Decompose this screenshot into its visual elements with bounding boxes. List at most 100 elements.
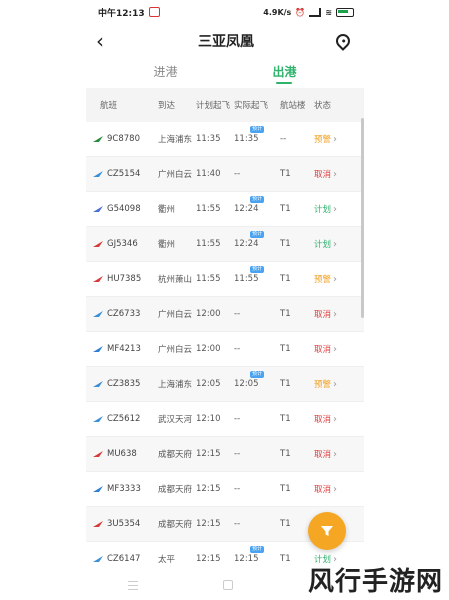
flight-number: CZ6733 xyxy=(107,309,141,319)
table-row[interactable]: CZ5154 广州白云 11:40 -- T1 取消 › xyxy=(86,157,364,192)
actual-time: -- xyxy=(234,344,241,354)
airline-logo-icon xyxy=(93,451,103,457)
airline-logo-icon xyxy=(93,521,103,527)
flight-number-cell: CZ5154 xyxy=(86,169,158,179)
status-badge: 取消 xyxy=(314,170,332,180)
table-row[interactable]: HU7385 杭州萧山 11:55 预计 11:55 T1 预警 › xyxy=(86,262,364,297)
estimate-tag: 预计 xyxy=(250,266,265,273)
table-row[interactable]: CZ5612 武汉天河 12:10 -- T1 取消 › xyxy=(86,402,364,437)
status-badge: 预警 xyxy=(314,275,332,285)
destination-cell: 上海浦东 xyxy=(158,135,193,145)
chevron-right-icon: › xyxy=(333,483,338,495)
flight-number: CZ6147 xyxy=(107,554,141,564)
planned-time-cell: 12:15 xyxy=(196,449,221,459)
status-badge: 预警 xyxy=(314,135,332,145)
planned-time-cell: 12:00 xyxy=(196,309,221,319)
flight-number: CZ3835 xyxy=(107,379,141,389)
planned-time-cell: 11:40 xyxy=(196,169,221,179)
header-actual: 实际起飞 xyxy=(234,101,269,111)
header-destination: 到达 xyxy=(158,101,176,111)
wifi-icon: ≋ xyxy=(325,7,332,17)
home-icon[interactable] xyxy=(222,580,233,590)
table-row[interactable]: 9C8780 上海浦东 11:35 预计 11:35 -- 预警 › xyxy=(86,122,364,157)
destination-cell: 杭州萧山 xyxy=(158,275,193,285)
status-cell: 取消› xyxy=(314,168,350,181)
status-bar: 中午12:13 4.9K/s ⏰ ≋ xyxy=(86,0,364,24)
flight-number-cell: MF3333 xyxy=(86,484,158,494)
table-row[interactable]: MU638 成都天府 12:15 -- T1 取消 › xyxy=(86,437,364,472)
estimate-tag: 预计 xyxy=(250,546,265,553)
destination-cell: 成都天府 xyxy=(158,485,193,495)
table-row[interactable]: MF3333 成都天府 12:15 -- T1 取消 › xyxy=(86,472,364,507)
actual-time: 12:24 xyxy=(234,239,259,249)
estimate-tag: 预计 xyxy=(250,371,265,378)
status-time: 中午12:13 xyxy=(98,8,145,19)
status-badge: 计划 xyxy=(314,240,332,250)
status-cell: 取消› xyxy=(314,448,350,461)
table-row[interactable]: MF4213 广州白云 12:00 -- T1 取消 › xyxy=(86,332,364,367)
status-badge: 预警 xyxy=(314,380,332,390)
planned-time-cell: 12:10 xyxy=(196,414,221,424)
actual-time: 12:24 xyxy=(234,204,259,214)
flight-number-cell: GJ5346 xyxy=(86,239,158,249)
app-header: ‹ 三亚凤凰 xyxy=(86,24,364,58)
flight-number: MU638 xyxy=(107,449,137,459)
table-row[interactable]: G54098 衢州 11:55 预计 12:24 T1 计划 › xyxy=(86,192,364,227)
terminal-cell: T1 xyxy=(280,169,291,179)
estimate-tag: 预计 xyxy=(250,196,265,203)
table-row[interactable]: GJ5346 衢州 11:55 预计 12:24 T1 计划 › xyxy=(86,227,364,262)
location-pin-icon[interactable] xyxy=(333,31,353,51)
actual-time-cell: -- xyxy=(234,169,280,179)
airline-logo-icon xyxy=(93,346,103,352)
status-cell: 计划 › xyxy=(314,203,350,216)
terminal-cell: T1 xyxy=(280,344,291,354)
network-speed: 4.9K/s xyxy=(263,7,292,17)
planned-time-cell: 12:00 xyxy=(196,344,221,354)
destination-cell: 衢州 xyxy=(158,205,176,215)
airline-logo-icon xyxy=(93,381,103,387)
terminal-cell: T1 xyxy=(280,484,291,494)
planned-time-cell: 11:55 xyxy=(196,204,221,214)
status-cell: 预警 › xyxy=(314,133,350,146)
flight-number-cell: G54098 xyxy=(86,204,158,214)
actual-time: 12:05 xyxy=(234,379,259,389)
status-badge: 取消 xyxy=(314,485,332,495)
actual-time-cell: -- xyxy=(234,449,280,459)
filter-button[interactable] xyxy=(308,512,346,550)
terminal-cell: T1 xyxy=(280,239,291,249)
actual-time: -- xyxy=(234,169,241,179)
airline-logo-icon xyxy=(93,136,103,142)
actual-time-cell: -- xyxy=(234,414,280,424)
filter-icon xyxy=(321,526,333,536)
flight-number: 3U5354 xyxy=(107,519,141,529)
battery-icon xyxy=(336,7,354,17)
signal-icon xyxy=(309,7,322,17)
table-row[interactable]: CZ3835 上海浦东 12:05 预计 12:05 T1 预警 › xyxy=(86,367,364,402)
terminal-cell: T1 xyxy=(280,309,291,319)
actual-time: -- xyxy=(234,414,241,424)
status-cell: 预警 › xyxy=(314,378,350,391)
airline-logo-icon xyxy=(93,241,103,247)
actual-time-cell: -- xyxy=(234,344,280,354)
recent-apps-icon[interactable] xyxy=(128,580,139,590)
status-cell: 取消› xyxy=(314,483,350,496)
flight-number: GJ5346 xyxy=(107,239,138,249)
flight-number: CZ5154 xyxy=(107,169,141,179)
destination-cell: 上海浦东 xyxy=(158,380,193,390)
chevron-right-icon: › xyxy=(333,413,338,425)
status-cell: 预警 › xyxy=(314,273,350,286)
actual-time-cell: -- xyxy=(234,484,280,494)
app-notification-icon xyxy=(148,7,160,17)
chevron-right-icon: › xyxy=(333,308,338,320)
planned-time-cell: 12:15 xyxy=(196,484,221,494)
table-row[interactable]: CZ6733 广州白云 12:00 -- T1 取消 › xyxy=(86,297,364,332)
back-arrow-icon[interactable]: ‹ xyxy=(96,29,116,53)
direction-tabs: 进港 出港 xyxy=(86,58,364,84)
destination-cell: 成都天府 xyxy=(158,450,193,460)
tab-arrivals[interactable]: 进港 xyxy=(153,63,177,84)
tab-departures[interactable]: 出港 xyxy=(272,63,296,84)
status-badge: 取消 xyxy=(314,415,332,425)
scrollbar[interactable] xyxy=(361,118,364,318)
actual-time-cell: -- xyxy=(234,309,280,319)
airline-logo-icon xyxy=(93,556,103,562)
